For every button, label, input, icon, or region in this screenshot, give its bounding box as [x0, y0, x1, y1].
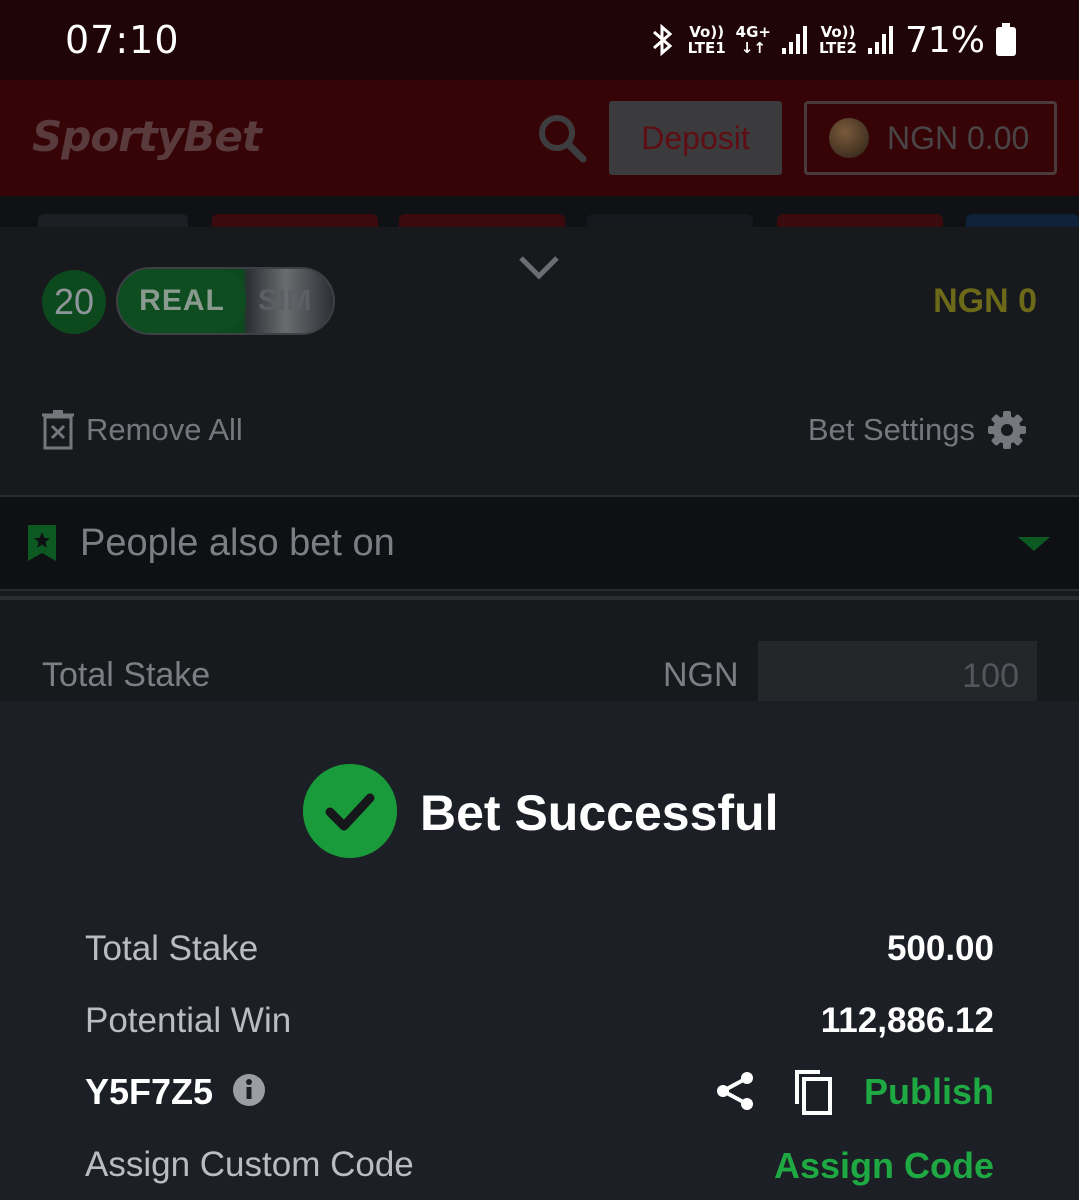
status-icons: Vo)) LTE1 4G+ ↓↑ Vo)) LTE2 71% — [648, 18, 1017, 62]
signal-icon — [781, 26, 807, 54]
selection-count-badge: 20 — [42, 270, 106, 334]
signal-icon — [867, 26, 893, 54]
publish-button[interactable]: Publish — [864, 1071, 994, 1113]
remove-all-label: Remove All — [86, 412, 243, 447]
network-type: 4G+ ↓↑ — [735, 23, 771, 57]
avatar — [829, 118, 869, 158]
games-strip — [0, 196, 1079, 228]
caret-down-icon[interactable] — [1018, 537, 1050, 551]
bookmark-icon — [28, 525, 56, 561]
total-stake-label: Total Stake — [85, 929, 259, 968]
assign-code-button[interactable]: Assign Code — [774, 1145, 994, 1187]
stake-input[interactable]: 100 — [758, 641, 1037, 703]
check-circle-icon — [303, 764, 397, 858]
status-bar: 07:10 Vo)) LTE1 4G+ ↓↑ Vo)) LTE2 71% — [0, 0, 1079, 80]
info-icon[interactable] — [232, 1073, 266, 1107]
total-stake-value: 500.00 — [886, 929, 994, 968]
total-stake-label: Total Stake — [42, 656, 211, 694]
betslip-total: NGN 0 — [933, 282, 1037, 320]
remove-all-button[interactable]: Remove All — [42, 410, 243, 450]
balance-button[interactable]: NGN 0.00 — [804, 101, 1057, 175]
stake-currency: NGN — [663, 656, 739, 694]
assign-custom-code-label: Assign Custom Code — [85, 1145, 414, 1184]
mode-real[interactable]: REAL — [118, 269, 246, 333]
sim2-network: Vo)) LTE2 — [818, 23, 857, 57]
status-time: 07:10 — [65, 18, 180, 62]
sim1-network: Vo)) LTE1 — [687, 23, 726, 57]
copy-icon[interactable] — [792, 1068, 834, 1116]
potential-win-value: 112,886.12 — [820, 1001, 994, 1040]
bet-settings-button[interactable]: Bet Settings — [808, 410, 1027, 450]
share-icon[interactable] — [714, 1070, 756, 1112]
search-icon[interactable] — [536, 112, 588, 164]
battery-percent: 71% — [904, 19, 985, 61]
divider — [0, 596, 1079, 600]
trash-icon — [42, 410, 74, 450]
sportybet-logo[interactable]: SportyBet — [32, 112, 262, 161]
gear-icon — [988, 411, 1026, 449]
balance-text: NGN 0.00 — [887, 119, 1030, 156]
booking-code[interactable]: Y5F7Z5 — [85, 1071, 213, 1113]
bet-settings-label: Bet Settings — [807, 412, 975, 447]
mode-sim[interactable]: SIM — [258, 269, 311, 333]
real-sim-toggle[interactable]: REAL SIM — [116, 267, 335, 335]
battery-icon — [996, 23, 1016, 56]
deposit-button[interactable]: Deposit — [609, 101, 782, 175]
potential-win-label: Potential Win — [85, 1001, 292, 1040]
bluetooth-icon — [652, 23, 672, 57]
people-also-bet-on-label: People also bet on — [80, 522, 395, 564]
chevron-down-icon[interactable] — [517, 252, 561, 282]
bet-successful-title: Bet Successful — [420, 785, 779, 841]
